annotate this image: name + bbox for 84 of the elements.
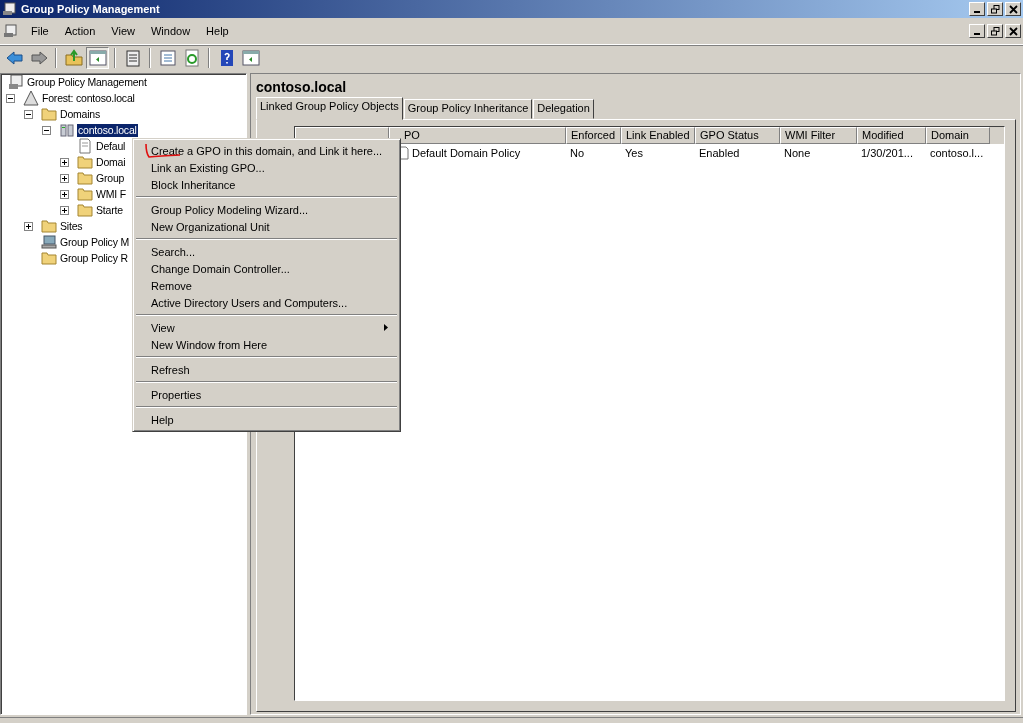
folder-icon bbox=[77, 186, 93, 202]
tree-item[interactable]: WMI F bbox=[95, 187, 127, 201]
column-header[interactable]: Enforced bbox=[566, 127, 621, 144]
restore-icon bbox=[990, 26, 1000, 36]
tree-item[interactable]: Defaul bbox=[95, 139, 127, 153]
scroll-icon bbox=[3, 2, 17, 16]
folder-icon bbox=[41, 106, 57, 122]
column-header[interactable]: Modified bbox=[857, 127, 926, 144]
column-header[interactable]: WMI Filter bbox=[780, 127, 857, 144]
expand-icon[interactable] bbox=[60, 189, 69, 199]
column-header[interactable]: Link Enabled bbox=[621, 127, 695, 144]
menu-item[interactable]: View bbox=[103, 23, 143, 39]
expand-icon[interactable] bbox=[60, 157, 69, 167]
tree-item[interactable]: contoso.local bbox=[77, 123, 138, 137]
window-icon[interactable] bbox=[86, 47, 109, 69]
folder-icon bbox=[77, 154, 93, 170]
folder-icon bbox=[77, 202, 93, 218]
expand-icon[interactable] bbox=[60, 205, 69, 215]
domain-heading: contoso.local bbox=[256, 78, 348, 97]
menu-item[interactable]: Change Domain Controller... bbox=[135, 260, 398, 277]
tab[interactable]: Linked Group Policy Objects bbox=[256, 97, 403, 120]
table-cell: No bbox=[570, 147, 585, 159]
document-icon bbox=[77, 138, 93, 154]
pen-mark bbox=[144, 143, 182, 159]
tree-item[interactable]: Sites bbox=[59, 219, 84, 233]
folder-icon bbox=[41, 250, 57, 266]
table-cell: Enabled bbox=[699, 147, 740, 159]
tab[interactable]: Delegation bbox=[533, 99, 594, 119]
folder-icon bbox=[77, 170, 93, 186]
close-icon bbox=[1008, 26, 1018, 36]
menu-item[interactable]: Create a GPO in this domain, and Link it here... bbox=[135, 142, 398, 159]
collapse-icon[interactable] bbox=[42, 125, 51, 135]
menu-item[interactable]: Refresh bbox=[135, 361, 398, 378]
window-title: Group Policy Management bbox=[21, 3, 160, 15]
menu-item[interactable]: View bbox=[135, 319, 398, 336]
tree-item[interactable]: Group Policy R bbox=[59, 251, 129, 265]
menu-item[interactable]: New Organizational Unit bbox=[135, 218, 398, 235]
menu-item[interactable]: Help bbox=[198, 23, 237, 39]
tab[interactable]: Group Policy Inheritance bbox=[403, 99, 533, 119]
menu-item[interactable]: File bbox=[23, 23, 57, 39]
close-button[interactable] bbox=[1005, 2, 1021, 16]
menu-item[interactable]: Properties bbox=[135, 386, 398, 403]
menu-item[interactable]: Group Policy Modeling Wizard... bbox=[135, 201, 398, 218]
collapse-icon[interactable] bbox=[24, 109, 33, 119]
restore-button[interactable] bbox=[987, 24, 1003, 38]
tree-item[interactable]: Group Policy Management bbox=[26, 75, 148, 89]
tree-item[interactable]: Group Policy M bbox=[59, 235, 130, 249]
table-cell: Default Domain Policy bbox=[412, 147, 521, 159]
scroll-icon bbox=[4, 24, 18, 38]
menu-item[interactable]: Block Inheritance bbox=[135, 176, 398, 193]
menu-item[interactable]: Search... bbox=[135, 243, 398, 260]
menu-item[interactable]: Link an Existing GPO... bbox=[135, 159, 398, 176]
column-header[interactable]: GPO Status bbox=[695, 127, 780, 144]
column-header[interactable]: Domain bbox=[926, 127, 990, 144]
menu-item[interactable]: Help bbox=[135, 411, 398, 428]
tree-item[interactable]: Forest: contoso.local bbox=[41, 91, 136, 105]
close-button[interactable] bbox=[1005, 24, 1021, 38]
table-cell: contoso.l... bbox=[930, 147, 984, 159]
minimize-button[interactable] bbox=[969, 24, 985, 38]
column-header[interactable]: PO bbox=[389, 127, 566, 144]
table-cell: None bbox=[784, 147, 811, 159]
minimize-button[interactable] bbox=[969, 2, 985, 16]
restore-button[interactable] bbox=[987, 2, 1003, 16]
restore-icon bbox=[990, 4, 1000, 14]
tree-item[interactable]: Domai bbox=[95, 155, 127, 169]
menu-item[interactable]: Active Directory Users and Computers... bbox=[135, 294, 398, 311]
tree-item[interactable]: Domains bbox=[59, 107, 102, 121]
folder-icon bbox=[41, 218, 57, 234]
tree-item[interactable]: Starte bbox=[95, 203, 124, 217]
document-icon bbox=[399, 146, 409, 160]
menu-item[interactable]: Remove bbox=[135, 277, 398, 294]
menu-item[interactable]: New Window from Here bbox=[135, 336, 398, 353]
tree-item[interactable]: Group bbox=[95, 171, 126, 185]
close-icon bbox=[1008, 4, 1018, 14]
table-cell: Yes bbox=[625, 147, 643, 159]
window-icon[interactable] bbox=[239, 47, 262, 69]
menu-item[interactable]: Action bbox=[56, 23, 104, 39]
expand-icon[interactable] bbox=[24, 221, 33, 231]
server-icon bbox=[59, 122, 75, 138]
table-cell: 1/30/201... bbox=[861, 147, 913, 159]
menu-item[interactable]: Window bbox=[142, 23, 199, 39]
computer-icon bbox=[41, 234, 57, 250]
collapse-icon[interactable] bbox=[6, 93, 15, 103]
expand-icon[interactable] bbox=[60, 173, 69, 183]
